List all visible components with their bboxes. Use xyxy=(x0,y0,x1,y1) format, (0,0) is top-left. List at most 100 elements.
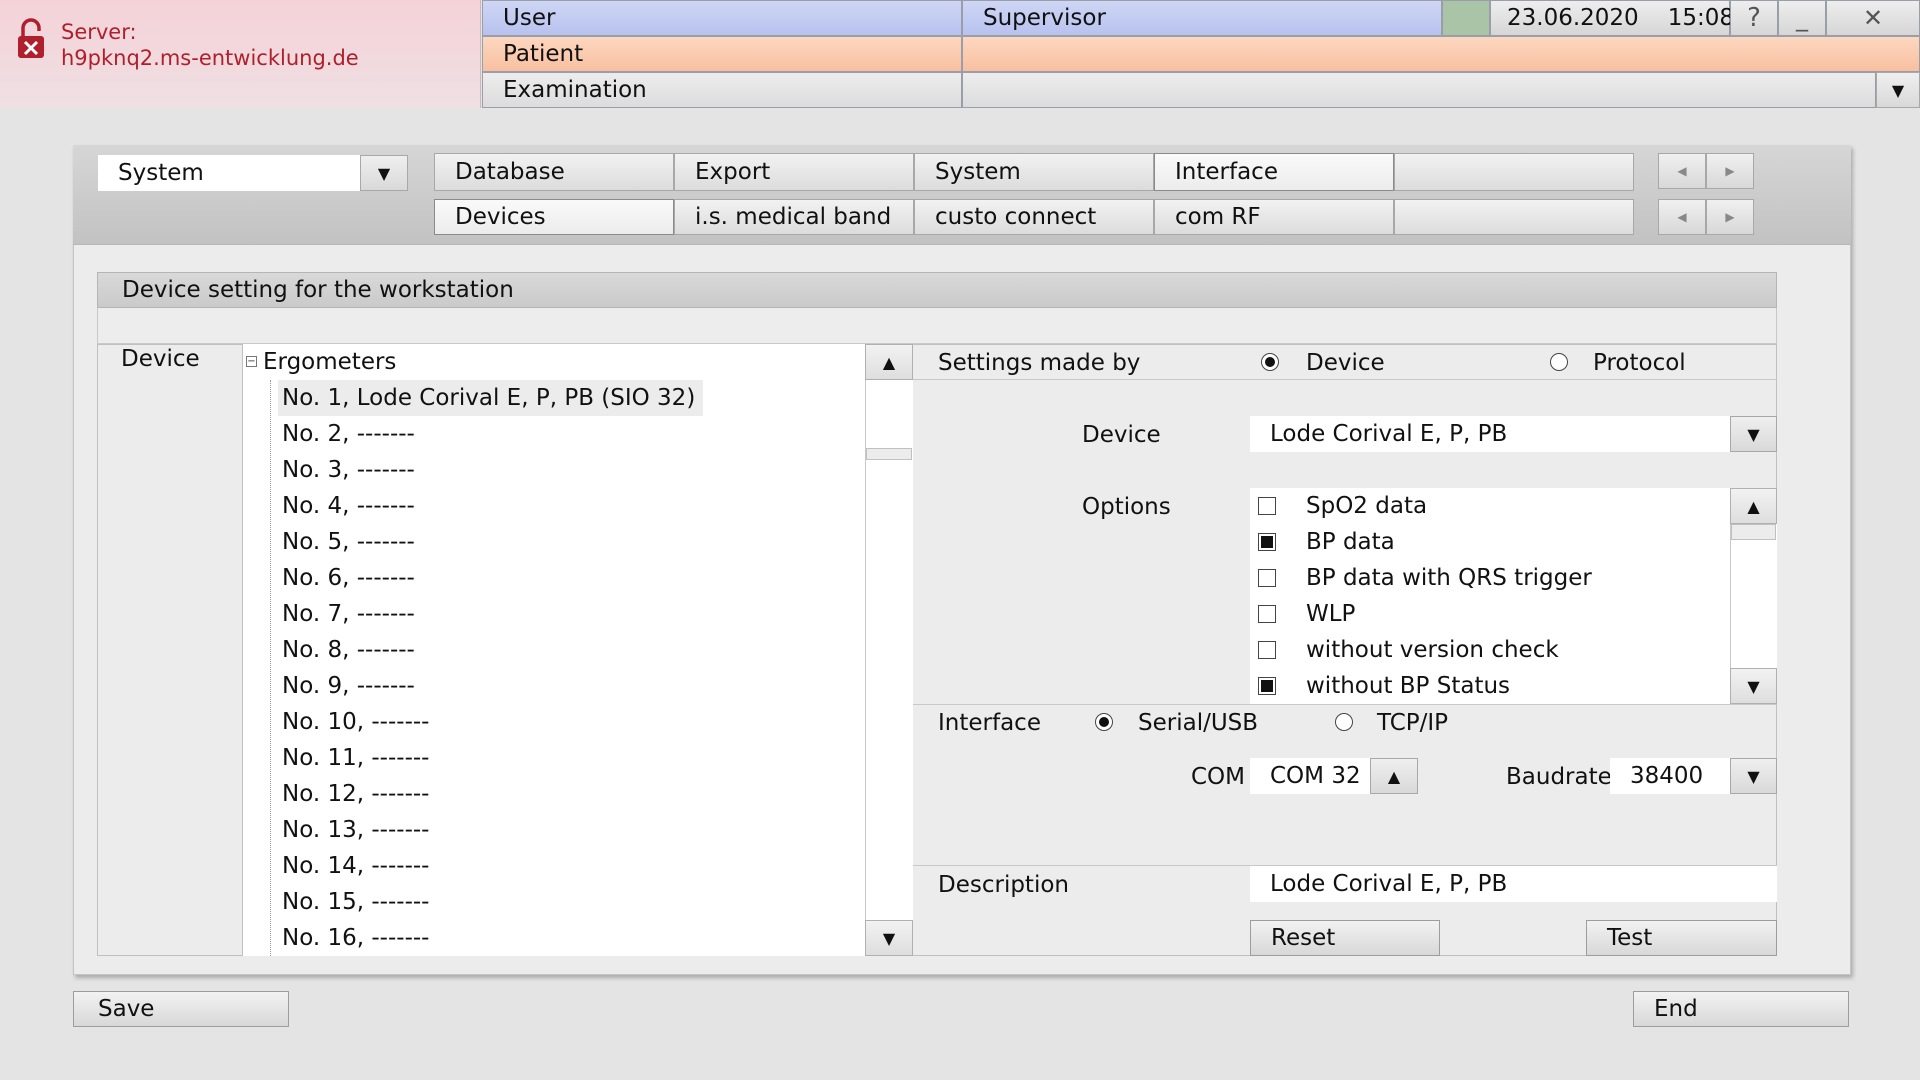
checkbox-bp-data[interactable] xyxy=(1258,533,1276,551)
checkbox-without-bp-status[interactable] xyxy=(1258,677,1276,695)
server-label: Server: xyxy=(61,20,137,44)
module-select-value: System xyxy=(118,160,204,186)
device-select[interactable]: Lode Corival E, P, PB xyxy=(1250,416,1730,452)
description-input[interactable]: Lode Corival E, P, PB xyxy=(1250,866,1777,902)
tree-root-ergometers[interactable]: Ergometers xyxy=(263,344,396,380)
tree-item-no4[interactable]: No. 4, ------- xyxy=(282,488,415,524)
device-list-label: Device xyxy=(121,346,200,372)
radio-device[interactable] xyxy=(1261,353,1279,371)
patient-value-cell[interactable] xyxy=(962,36,1920,72)
checkbox-without-version-check[interactable] xyxy=(1258,641,1276,659)
examination-label: Examination xyxy=(503,77,647,103)
options-scroll-thumb[interactable] xyxy=(1731,524,1776,540)
help-icon: ? xyxy=(1747,3,1761,33)
help-button[interactable]: ? xyxy=(1730,0,1778,36)
baudrate-select[interactable]: 38400 xyxy=(1610,758,1730,794)
tree-scroll-thumb-grip[interactable] xyxy=(866,448,912,460)
radio-serial-usb-label: Serial/USB xyxy=(1138,710,1259,736)
radio-tcp-ip[interactable] xyxy=(1335,713,1353,731)
tree-item-no1[interactable]: No. 1, Lode Corival E, P, PB (SIO 32) xyxy=(278,380,704,416)
option-bp-data[interactable]: BP data xyxy=(1258,524,1395,560)
save-label: Save xyxy=(98,996,155,1022)
radio-serial-usb[interactable] xyxy=(1095,713,1113,731)
radio-protocol[interactable] xyxy=(1550,353,1568,371)
checkbox-spo2-data[interactable] xyxy=(1258,497,1276,515)
tree-item-no8[interactable]: No. 8, ------- xyxy=(282,632,415,668)
tab-export[interactable]: Export xyxy=(674,153,914,191)
tree-item-no14[interactable]: No. 14, ------- xyxy=(282,848,429,884)
option-bp-data-qrs[interactable]: BP data with QRS trigger xyxy=(1258,560,1592,596)
option-label: BP data xyxy=(1306,529,1395,555)
user-value-cell[interactable]: Supervisor xyxy=(962,0,1442,36)
arrow-down-icon: ▼ xyxy=(1747,676,1760,696)
tab-label: Export xyxy=(695,159,771,185)
tree-item-no15[interactable]: No. 15, ------- xyxy=(282,884,429,920)
patient-label-cell: Patient xyxy=(482,36,962,72)
device-select-button[interactable]: ▼ xyxy=(1730,416,1777,452)
tree-item-no6[interactable]: No. 6, ------- xyxy=(282,560,415,596)
end-button[interactable]: End xyxy=(1633,991,1849,1027)
option-label: SpO2 data xyxy=(1306,493,1428,519)
baudrate-select-button[interactable]: ▼ xyxy=(1730,758,1777,794)
test-button[interactable]: Test xyxy=(1586,920,1777,956)
tree-item-no3[interactable]: No. 3, ------- xyxy=(282,452,415,488)
checkbox-bp-data-qrs[interactable] xyxy=(1258,569,1276,587)
module-select-button[interactable]: ▼ xyxy=(360,155,408,191)
tree-item-no10[interactable]: No. 10, ------- xyxy=(282,704,429,740)
module-select[interactable]: System xyxy=(98,155,360,191)
examination-value-cell[interactable] xyxy=(962,72,1876,108)
tree-item-no5[interactable]: No. 5, ------- xyxy=(282,524,415,560)
tree-item-no9[interactable]: No. 9, ------- xyxy=(282,668,415,704)
tab-scroll-right-button[interactable]: ▶ xyxy=(1706,153,1754,189)
checkbox-wlp[interactable] xyxy=(1258,605,1276,623)
section-title: Device setting for the workstation xyxy=(122,277,514,303)
options-scroll-up-button[interactable]: ▲ xyxy=(1730,488,1777,524)
subtab-scroll-left-button[interactable]: ◀ xyxy=(1658,199,1706,235)
examination-dropdown-button[interactable]: ▼ xyxy=(1876,72,1920,108)
subtab-scroll-right-button[interactable]: ▶ xyxy=(1706,199,1754,235)
server-host: h9pknq2.ms-entwicklung.de xyxy=(61,46,359,70)
save-button[interactable]: Save xyxy=(73,991,289,1027)
user-value: Supervisor xyxy=(983,5,1106,31)
unlocked-padlock-icon xyxy=(18,18,44,58)
tab-scroll-left-button[interactable]: ◀ xyxy=(1658,153,1706,189)
tab-label: Devices xyxy=(455,204,546,230)
tab-devices[interactable]: Devices xyxy=(434,199,674,235)
com-stepper-button[interactable]: ▲ xyxy=(1370,758,1418,794)
reset-button[interactable]: Reset xyxy=(1250,920,1440,956)
tab-label: i.s. medical band xyxy=(695,204,892,230)
tree-scroll-down-button[interactable]: ▼ xyxy=(865,920,913,956)
tree-item-no13[interactable]: No. 13, ------- xyxy=(282,812,429,848)
tab-interface[interactable]: Interface xyxy=(1154,153,1394,191)
user-label-cell: User xyxy=(482,0,962,36)
options-scroll-down-button[interactable]: ▼ xyxy=(1730,668,1777,704)
close-icon: ✕ xyxy=(1862,4,1884,32)
tree-item-no7[interactable]: No. 7, ------- xyxy=(282,596,415,632)
radio-protocol-label: Protocol xyxy=(1593,350,1686,376)
arrow-right-icon: ▶ xyxy=(1725,164,1735,178)
tab-label: Interface xyxy=(1175,159,1278,185)
minimize-button[interactable]: _ xyxy=(1778,0,1826,36)
examination-label-cell: Examination xyxy=(482,72,962,108)
close-button[interactable]: ✕ xyxy=(1826,0,1920,36)
server-info: Server: h9pknq2.ms-entwicklung.de xyxy=(0,0,481,108)
tree-item-no12[interactable]: No. 12, ------- xyxy=(282,776,429,812)
option-without-bp-status[interactable]: without BP Status xyxy=(1258,668,1510,704)
tab-database[interactable]: Database xyxy=(434,153,674,191)
tree-item-no2[interactable]: No. 2, ------- xyxy=(282,416,415,452)
option-wlp[interactable]: WLP xyxy=(1258,596,1355,632)
option-label: WLP xyxy=(1306,601,1356,627)
com-field[interactable]: COM 32 xyxy=(1250,758,1370,794)
option-without-version-check[interactable]: without version check xyxy=(1258,632,1559,668)
tab-com-rf[interactable]: com RF xyxy=(1154,199,1394,235)
tab-custo-connect[interactable]: custo connect xyxy=(914,199,1154,235)
tab-is-medical-band[interactable]: i.s. medical band xyxy=(674,199,914,235)
tab-empty xyxy=(1394,153,1634,191)
tree-item-no16[interactable]: No. 16, ------- xyxy=(282,920,429,956)
option-spo2-data[interactable]: SpO2 data xyxy=(1258,488,1427,524)
tree-scroll-up-button[interactable]: ▲ xyxy=(865,344,913,380)
tree-collapse-icon[interactable]: − xyxy=(246,356,257,367)
tab-label: System xyxy=(935,159,1021,185)
tree-item-no11[interactable]: No. 11, ------- xyxy=(282,740,429,776)
tab-system[interactable]: System xyxy=(914,153,1154,191)
